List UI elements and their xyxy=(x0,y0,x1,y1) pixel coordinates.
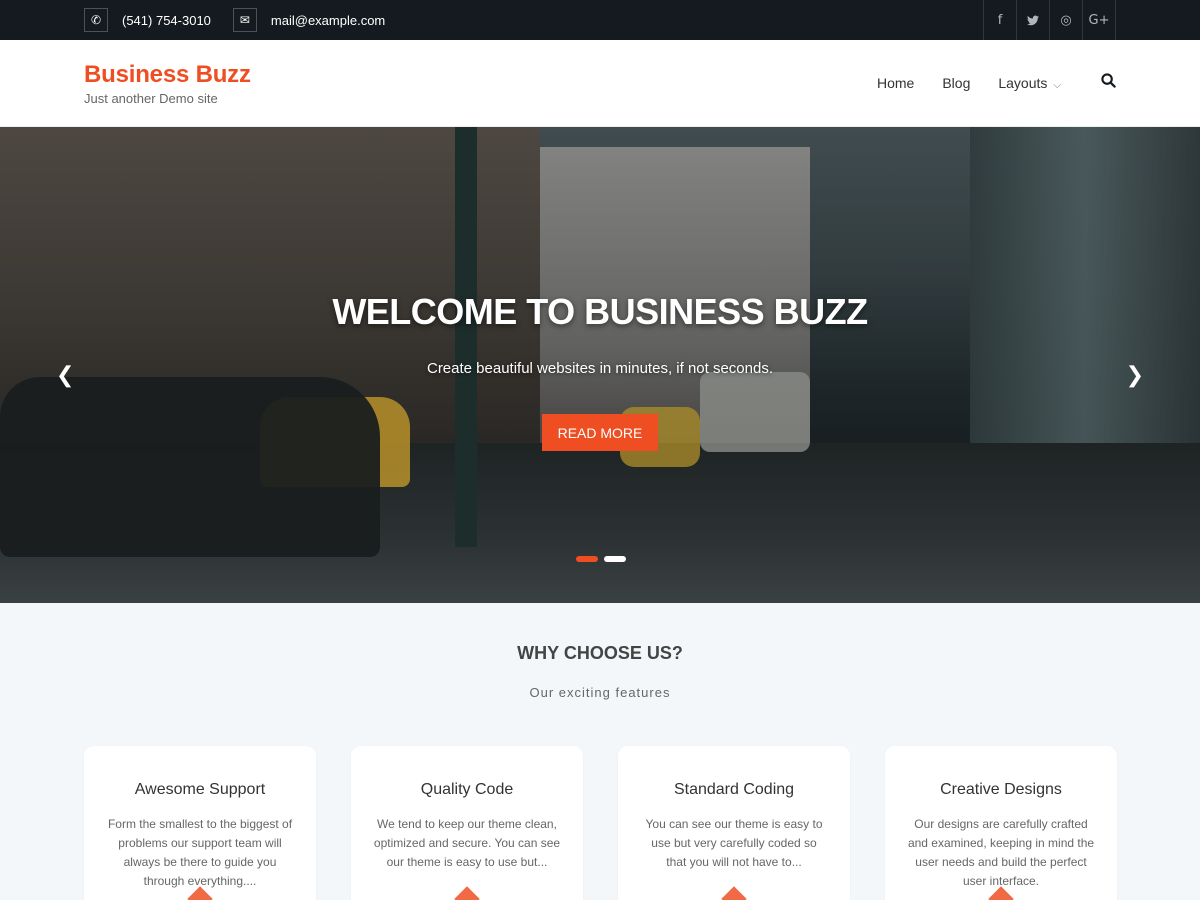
section-subtitle: Our exciting features xyxy=(529,685,671,700)
feature-card[interactable]: Creative Designs Our designs are careful… xyxy=(885,746,1117,900)
nav-item-home[interactable]: Home xyxy=(877,75,914,91)
feature-card[interactable]: Awesome Support Form the smallest to the… xyxy=(84,746,316,900)
twitter-icon[interactable] xyxy=(1017,0,1050,40)
phone-icon: ✆ xyxy=(84,8,108,32)
card-notch xyxy=(454,886,480,900)
feature-card[interactable]: Standard Coding You can see our theme is… xyxy=(618,746,850,900)
email-address: mail@example.com xyxy=(270,12,386,28)
search-icon[interactable] xyxy=(1101,73,1116,93)
envelope-icon: ✉ xyxy=(232,8,257,32)
hero-subtitle: Create beautiful websites in minutes, if… xyxy=(426,360,774,377)
slider-pagination xyxy=(576,556,626,562)
feature-description: Our designs are carefully crafted and ex… xyxy=(907,817,1095,888)
read-more-button[interactable]: READ MORE xyxy=(542,414,658,451)
nav-item-blog[interactable]: Blog xyxy=(942,75,970,91)
main-nav: Home Blog Layouts ⌵ xyxy=(877,73,1116,93)
feature-description: You can see our theme is easy to use but… xyxy=(645,817,823,869)
instagram-icon[interactable]: ◎ xyxy=(1050,0,1083,40)
hero-title: WELCOME TO BUSINESS BUZZ xyxy=(332,291,868,332)
feature-card[interactable]: Quality Code We tend to keep our theme c… xyxy=(351,746,583,900)
email-contact[interactable]: ✉ mail@example.com xyxy=(232,8,386,32)
site-title[interactable]: Business Buzz xyxy=(84,61,251,89)
slider-dot[interactable] xyxy=(604,556,626,562)
google-plus-icon[interactable]: G+ xyxy=(1083,0,1116,40)
facebook-icon[interactable]: f xyxy=(984,0,1017,40)
feature-description: Form the smallest to the biggest of prob… xyxy=(107,817,293,888)
hero-slider: WELCOME TO BUSINESS BUZZ Create beautifu… xyxy=(0,127,1200,603)
nav-item-layouts-label: Layouts xyxy=(998,75,1048,91)
feature-title[interactable]: Quality Code xyxy=(351,781,583,799)
phone-number: (541) 754-3010 xyxy=(122,12,211,28)
card-notch xyxy=(721,886,747,900)
feature-title[interactable]: Awesome Support xyxy=(84,781,316,799)
hero-content: WELCOME TO BUSINESS BUZZ Create beautifu… xyxy=(0,127,1200,603)
site-tagline: Just another Demo site xyxy=(84,90,218,106)
features-section: WHY CHOOSE US? Our exciting features Awe… xyxy=(0,603,1200,900)
section-title: WHY CHOOSE US? xyxy=(517,643,683,663)
chevron-left-icon[interactable]: ❮ xyxy=(56,363,74,388)
contact-info: ✆ (541) 754-3010 ✉ mail@example.com xyxy=(84,8,393,32)
nav-item-layouts[interactable]: Layouts ⌵ xyxy=(998,75,1061,91)
chevron-right-icon[interactable]: ❯ xyxy=(1126,363,1144,388)
phone-contact[interactable]: ✆ (541) 754-3010 xyxy=(84,8,211,32)
slider-dot[interactable] xyxy=(576,556,598,562)
feature-description: We tend to keep our theme clean, optimiz… xyxy=(373,817,561,869)
social-links: f ◎ G+ xyxy=(983,0,1116,40)
feature-title[interactable]: Standard Coding xyxy=(618,781,850,799)
feature-title[interactable]: Creative Designs xyxy=(885,781,1117,799)
site-branding[interactable]: Business Buzz Just another Demo site xyxy=(84,61,251,106)
site-header: Business Buzz Just another Demo site Hom… xyxy=(0,40,1200,127)
chevron-down-icon: ⌵ xyxy=(1053,80,1061,91)
feature-cards: Awesome Support Form the smallest to the… xyxy=(84,746,1117,900)
top-bar: ✆ (541) 754-3010 ✉ mail@example.com f ◎ … xyxy=(0,0,1200,40)
